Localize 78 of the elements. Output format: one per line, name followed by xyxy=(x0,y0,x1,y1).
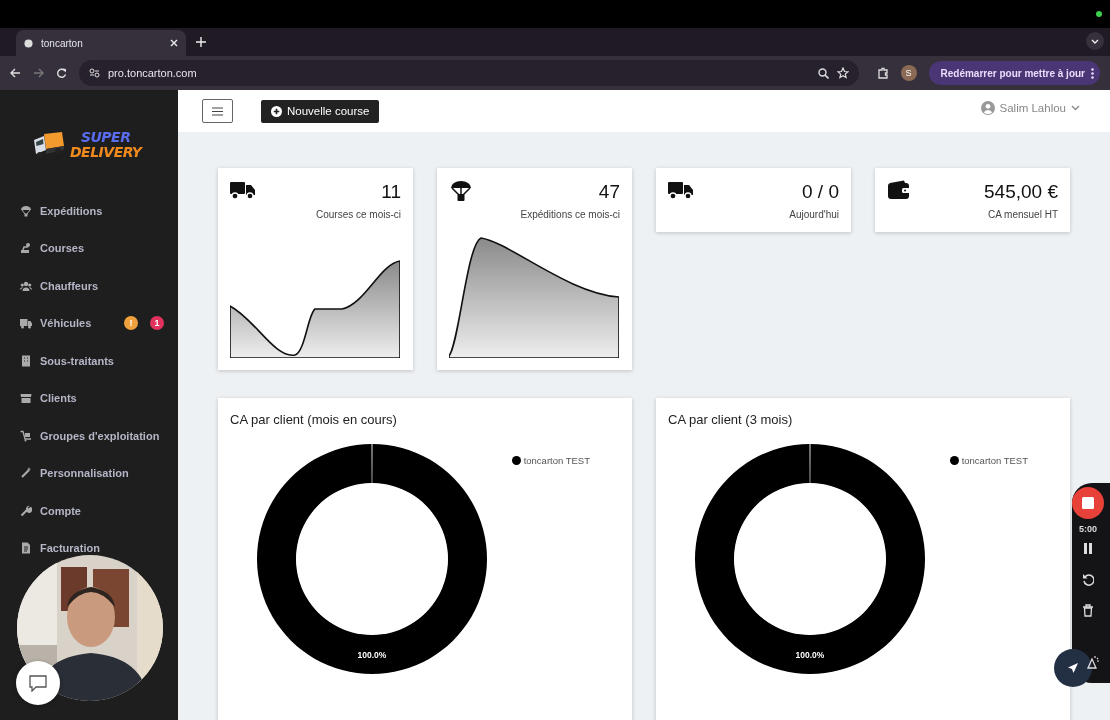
reload-icon[interactable] xyxy=(56,67,67,79)
undo-button[interactable] xyxy=(1082,573,1094,586)
stat-value: 0 / 0 xyxy=(802,181,839,203)
menu-item-icon xyxy=(20,279,32,292)
sidebar-item[interactable]: Sous-traitants xyxy=(0,342,178,380)
sidebar-item[interactable]: Expéditions xyxy=(0,192,178,230)
sidebar-item[interactable]: Facturation xyxy=(0,529,178,567)
data-label: 100.0% xyxy=(357,649,387,660)
send-icon xyxy=(1067,662,1079,674)
extensions-icon[interactable] xyxy=(876,67,889,79)
more-icon xyxy=(1091,67,1094,79)
undo-icon xyxy=(1082,573,1094,586)
count-badge: 1 xyxy=(150,316,164,331)
menu-icon xyxy=(212,106,223,116)
user-avatar-icon xyxy=(980,101,995,115)
data-label: 100.0% xyxy=(795,649,825,660)
back-icon[interactable] xyxy=(10,68,21,78)
stat-label: CA mensuel HT xyxy=(986,209,1058,220)
stop-icon xyxy=(1082,497,1094,509)
chart-title: CA par client (mois en cours) xyxy=(230,412,398,427)
address-bar[interactable]: pro.toncarton.com xyxy=(79,60,859,86)
stat-value: 47 xyxy=(598,181,620,203)
chart-title: CA par client (3 mois) xyxy=(668,412,794,427)
sidebar-item[interactable]: Courses xyxy=(0,229,178,267)
menu-item-icon xyxy=(20,242,32,255)
forward-icon[interactable] xyxy=(33,68,44,78)
chevron-down-icon xyxy=(1071,105,1080,111)
effects-icon[interactable] xyxy=(1086,655,1100,669)
menu-item-icon xyxy=(20,429,32,442)
truck-icon xyxy=(668,180,694,202)
profile-avatar[interactable]: S xyxy=(900,65,917,81)
star-icon[interactable] xyxy=(836,67,849,79)
stat-label: Expéditions ce mois-ci xyxy=(519,209,620,220)
pause-button[interactable] xyxy=(1082,542,1094,555)
plus-circle-icon xyxy=(271,105,282,117)
stat-value: 11 xyxy=(381,181,401,203)
menu-item-icon xyxy=(20,467,32,480)
timer: 5:00 xyxy=(1079,524,1097,534)
stat-label: Courses ce mois-ci xyxy=(314,209,401,220)
close-icon[interactable] xyxy=(170,39,178,47)
warning-badge: ! xyxy=(124,316,138,331)
update-button[interactable]: Redémarrer pour mettre à jour xyxy=(928,61,1100,85)
chevron-down-icon xyxy=(1091,38,1099,44)
sidebar-item[interactable]: Chauffeurs xyxy=(0,267,178,305)
pause-icon xyxy=(1082,542,1094,555)
menu-item-icon xyxy=(20,204,32,217)
chat-icon xyxy=(28,674,48,692)
sidebar-item[interactable]: Compte xyxy=(0,492,178,530)
status-dot-icon xyxy=(1096,11,1102,17)
sidebar-item[interactable]: Véhicules ! 1 xyxy=(0,304,178,342)
trash-icon xyxy=(1082,604,1094,617)
truck-icon xyxy=(230,180,256,202)
stat-value: 545,00 € xyxy=(984,181,1058,203)
legend-dot xyxy=(511,456,521,465)
sidebar-item[interactable]: Personnalisation xyxy=(0,454,178,492)
sidebar-item[interactable]: Clients xyxy=(0,379,178,417)
menu-item-icon xyxy=(20,354,32,367)
legend-dot xyxy=(949,456,959,465)
legend-item: toncarton TEST xyxy=(949,455,1028,466)
trash-button[interactable] xyxy=(1082,604,1094,617)
menu-item-icon xyxy=(20,542,32,555)
browser-tab[interactable]: toncarton xyxy=(16,30,186,56)
stop-button[interactable] xyxy=(1072,487,1104,519)
menu-item-icon xyxy=(20,504,32,517)
menu-button[interactable] xyxy=(202,99,233,123)
tab-menu-button[interactable] xyxy=(1086,32,1104,50)
new-tab-icon[interactable] xyxy=(196,37,206,47)
user-menu[interactable]: Salim Lahlou xyxy=(974,100,1086,116)
site-settings-icon[interactable] xyxy=(89,68,100,78)
sidebar-item[interactable]: Groupes d'exploitation xyxy=(0,417,178,455)
globe-icon xyxy=(24,38,33,48)
menu-item-icon xyxy=(20,317,32,330)
stat-label: Aujourd'hui xyxy=(788,209,839,220)
new-course-button[interactable]: Nouvelle course xyxy=(261,99,380,123)
legend-item: toncarton TEST xyxy=(511,455,590,466)
zoom-icon[interactable] xyxy=(817,67,829,79)
logo-text: SUPER DELIVERY xyxy=(70,130,142,160)
menu-item-icon xyxy=(20,392,32,405)
